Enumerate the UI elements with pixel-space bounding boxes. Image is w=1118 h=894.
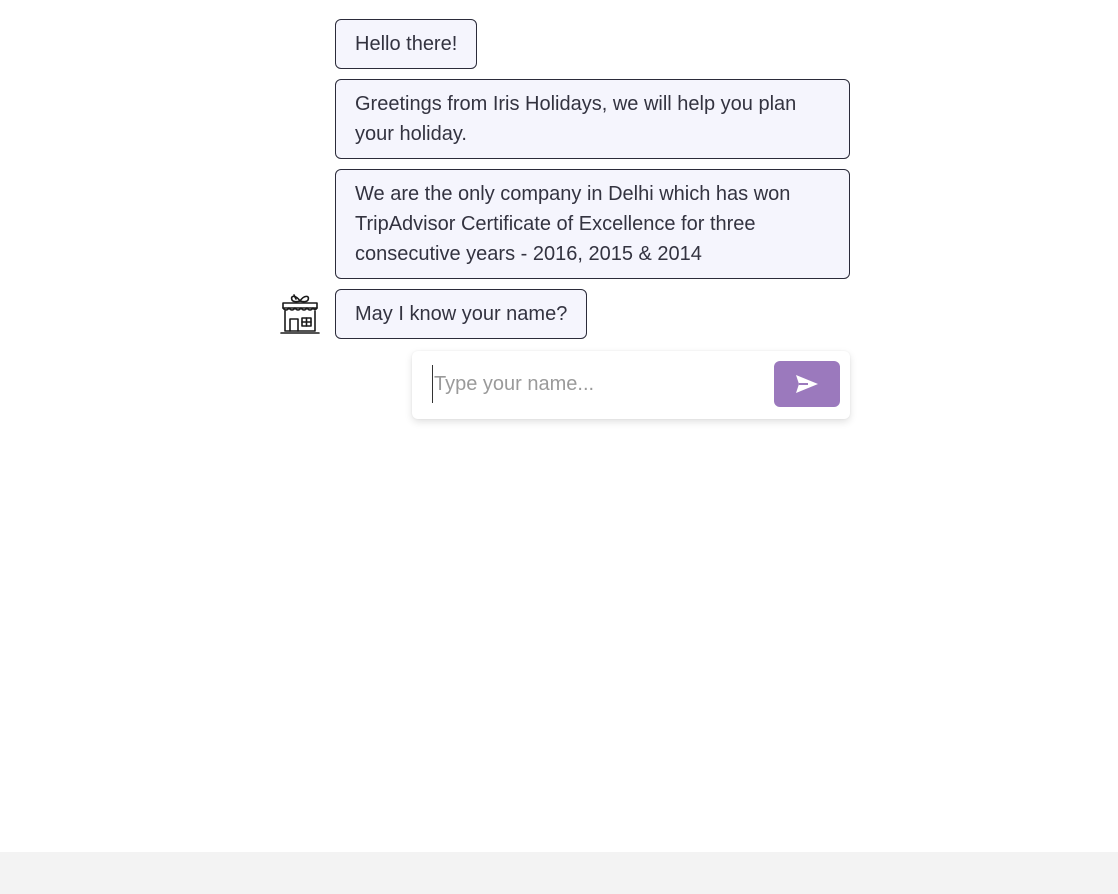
send-button[interactable] bbox=[774, 361, 840, 407]
bot-message: May I know your name? bbox=[335, 289, 588, 339]
name-input[interactable] bbox=[432, 365, 764, 403]
chat-page: Hello there! Greetings from Iris Holiday… bbox=[0, 0, 1118, 894]
send-icon bbox=[794, 373, 820, 395]
shop-gift-icon bbox=[279, 291, 321, 337]
bot-message: We are the only company in Delhi which h… bbox=[335, 169, 850, 279]
name-composer bbox=[412, 351, 850, 419]
footer-bar bbox=[0, 852, 1118, 894]
bot-message: Hello there! bbox=[335, 19, 478, 69]
bot-message: Greetings from Iris Holidays, we will he… bbox=[335, 79, 850, 159]
